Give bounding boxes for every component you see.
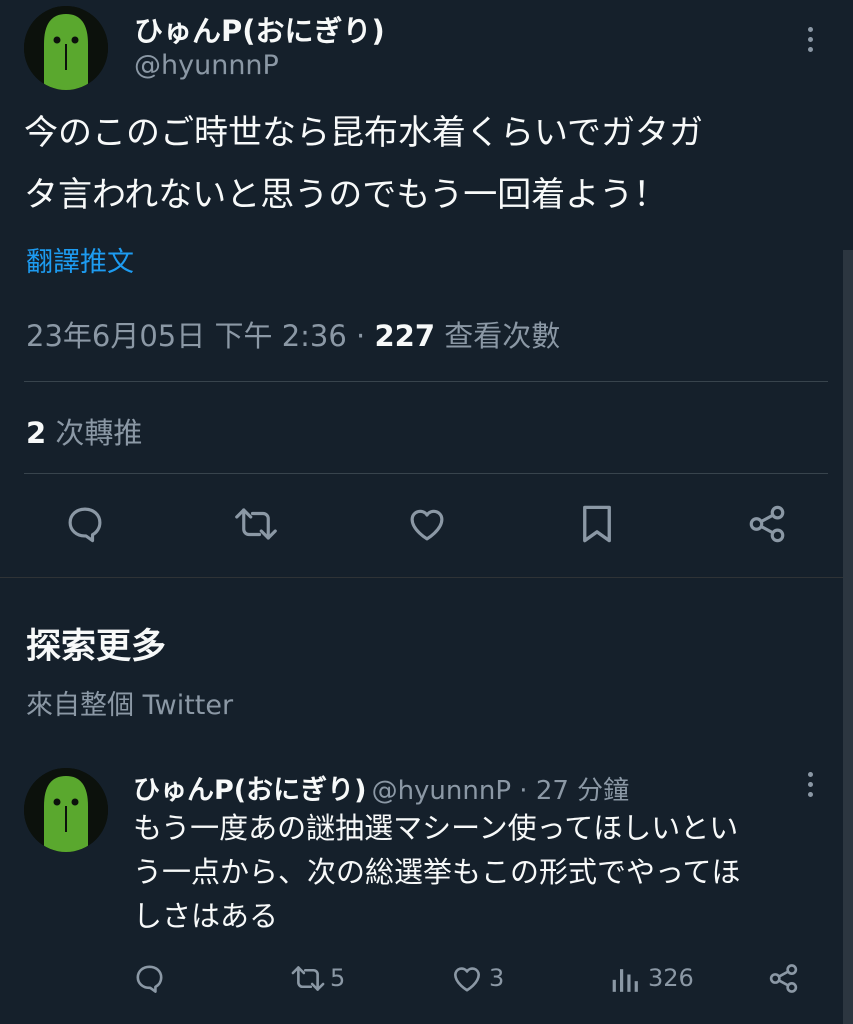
reply-icon[interactable] [133,962,166,995]
retweet-icon[interactable] [290,962,326,995]
heart-icon[interactable] [405,503,449,545]
related-tweet-time[interactable]: · 27 分鐘 [511,776,629,806]
view-count: 326 [648,964,694,992]
translate-link[interactable]: 翻譯推文 [26,240,134,279]
retweets-stat[interactable]: 2 次轉推 [26,410,142,452]
share-icon[interactable] [746,503,788,545]
related-tweet-text: もう一度あの謎抽選マシーン使ってほしいとい う一点から、次の総選挙もこの形式でや… [133,806,833,938]
tweet-text: 今のこのご時世なら昆布水着くらいでガタガ タ言われないと思うのでもう一回着よう！ [24,102,834,226]
heart-icon[interactable] [450,962,484,995]
divider [24,473,828,474]
explore-subtitle: 來自整個 Twitter [26,690,234,721]
retweet-count: 5 [330,964,346,992]
more-icon[interactable] [805,27,815,52]
related-author-handle[interactable]: @hyunnnP [372,776,511,806]
related-tweet-text-line: しさはある [133,899,279,933]
views-label: 查看次數 [435,319,561,353]
related-tweet-header: ひゅんP(おにぎり) @hyunnnP · 27 分鐘 [133,768,629,807]
views-icon[interactable] [610,962,642,995]
more-icon[interactable] [805,772,815,797]
bookmark-icon[interactable] [579,503,615,545]
reply-icon[interactable] [64,503,106,545]
related-tweet-text-line: もう一度あの謎抽選マシーン使ってほしいとい [133,811,739,845]
explore-title: 探索更多 [26,627,167,667]
tweet-text-line: 今のこのご時世なら昆布水着くらいでガタガ [24,113,703,153]
tweet-meta: 23年6月05日 下午 2:36 · 227 查看次數 [26,313,560,355]
tweet-text-line: タ言われないと思うのでもう一回着よう！ [24,175,668,215]
views-count: 227 [374,319,436,353]
author-handle[interactable]: @hyunnnP [134,50,279,81]
author-avatar[interactable] [24,6,108,90]
share-icon[interactable] [767,962,800,995]
scrollbar[interactable] [843,250,853,1024]
author-name[interactable]: ひゅんP(おにぎり) [134,8,385,50]
retweet-icon[interactable] [233,503,279,545]
retweets-label: 次轉推 [46,416,143,450]
related-author-avatar[interactable] [24,768,108,852]
section-divider [0,577,853,578]
retweets-count: 2 [26,416,47,450]
related-tweet-text-line: う一点から、次の総選挙もこの形式でやってほ [133,855,741,889]
meta-separator: · [346,319,375,353]
divider [24,381,828,382]
tweet-timestamp[interactable]: 23年6月05日 下午 2:36 [26,319,347,353]
related-author-name[interactable]: ひゅんP(おにぎり) [133,775,366,806]
like-count: 3 [489,964,505,992]
